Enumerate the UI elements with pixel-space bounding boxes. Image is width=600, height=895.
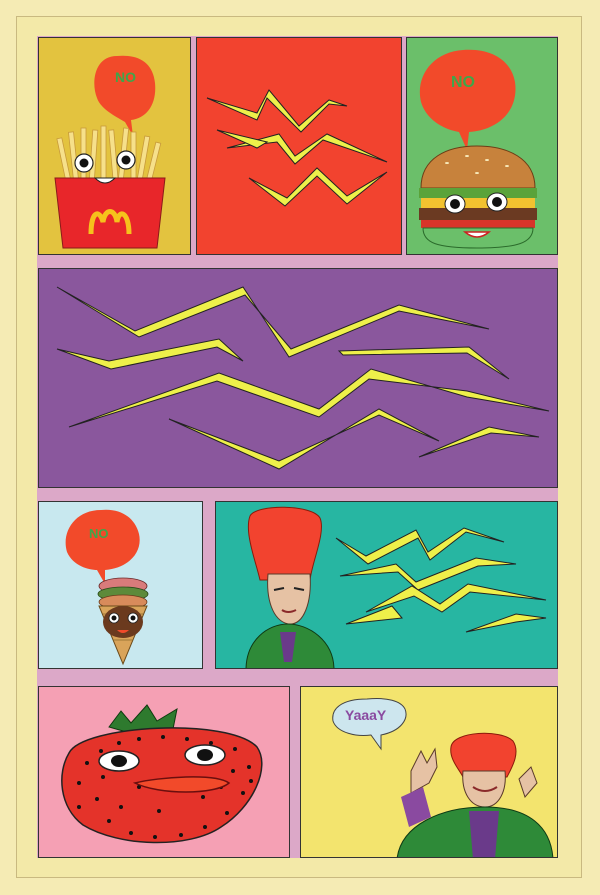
panel-icecream: NO xyxy=(38,501,203,669)
zigzag-lines-icon xyxy=(206,89,388,207)
panel-yaaay: YaaaY xyxy=(300,686,558,858)
red-haired-woman-icon xyxy=(245,506,547,668)
panel-red-zigzag xyxy=(196,37,402,255)
burger-speech-text: NO xyxy=(451,74,475,91)
strawberry-face-icon xyxy=(61,704,263,844)
burger-character-icon xyxy=(419,49,537,249)
panel-fries: NO xyxy=(38,37,191,255)
comic-page: NO NO NO YaaaY xyxy=(0,0,600,895)
red-haired-woman-waving-icon xyxy=(332,698,554,857)
icecream-character-icon xyxy=(65,509,149,666)
panel-purple-zigzag xyxy=(38,268,558,488)
panel-burger: NO xyxy=(406,37,558,255)
fries-speech-text: NO xyxy=(115,69,136,85)
panel-strawberry xyxy=(38,686,290,858)
icecream-speech-text: NO xyxy=(89,526,109,541)
zigzag-lines-icon xyxy=(56,286,550,470)
yaaay-speech-text: YaaaY xyxy=(345,707,387,723)
panel-teal-woman xyxy=(215,501,558,669)
